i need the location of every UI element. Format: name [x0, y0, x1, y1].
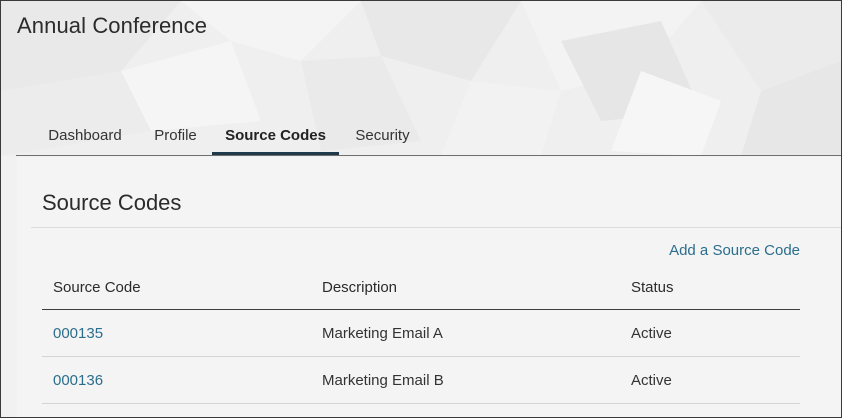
status-cell: Active [631, 325, 672, 342]
source-code-link[interactable]: 000135 [53, 325, 103, 342]
source-codes-table: Source Code Description Status 000135 Ma… [42, 269, 800, 404]
table-header-row: Source Code Description Status [42, 269, 800, 310]
tab-security[interactable]: Security [354, 117, 411, 153]
table-row: 000136 Marketing Email B Active [42, 357, 800, 404]
app-title: Annual Conference [17, 13, 208, 38]
app-window: Annual Conference Dashboard Profile Sour… [0, 0, 842, 418]
tab-source-codes[interactable]: Source Codes [212, 117, 339, 155]
column-header-status[interactable]: Status [631, 279, 674, 296]
tab-profile[interactable]: Profile [152, 117, 199, 153]
source-code-link[interactable]: 000136 [53, 372, 103, 389]
description-cell: Marketing Email B [322, 372, 444, 389]
tab-bar: Dashboard Profile Source Codes Security [16, 117, 841, 156]
column-header-description[interactable]: Description [322, 279, 397, 296]
table-row: 000135 Marketing Email A Active [42, 310, 800, 357]
status-cell: Active [631, 372, 672, 389]
page-header: Annual Conference Dashboard Profile Sour… [1, 1, 841, 156]
column-header-source-code[interactable]: Source Code [53, 279, 141, 296]
add-source-code-link[interactable]: Add a Source Code [669, 242, 800, 259]
main-content: Source Codes Add a Source Code Source Co… [17, 157, 841, 417]
description-cell: Marketing Email A [322, 325, 443, 342]
tab-dashboard[interactable]: Dashboard [46, 117, 124, 153]
section-divider [31, 227, 841, 228]
section-title: Source Codes [42, 190, 182, 215]
